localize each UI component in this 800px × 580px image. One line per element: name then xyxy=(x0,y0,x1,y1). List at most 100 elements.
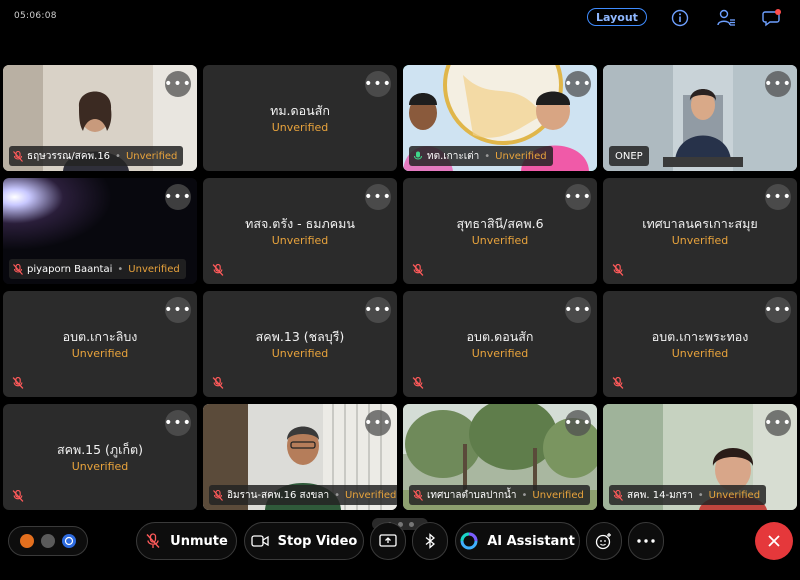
ai-assistant-label: AI Assistant xyxy=(487,533,575,549)
stop-video-button[interactable]: Stop Video xyxy=(244,522,364,560)
participant-name: สคพ.13 (ชลบุรี) xyxy=(255,329,345,344)
verification-status: Unverified xyxy=(128,263,180,275)
participant-label: สคพ. 14-มกรา • Unverified xyxy=(609,485,767,505)
more-options-button[interactable]: ••• xyxy=(764,297,791,323)
mic-muted-icon xyxy=(612,264,624,276)
more-options-button[interactable]: ••• xyxy=(364,71,391,97)
video-camera-icon xyxy=(251,535,269,547)
reactions-button[interactable] xyxy=(586,522,622,560)
participant-name: สุทธาสินี/สคพ.6 xyxy=(456,216,544,231)
participant-tile[interactable]: ••• สุทธาสินี/สคพ.6 Unverified xyxy=(403,178,597,284)
more-options-button[interactable]: ••• xyxy=(764,410,791,436)
participant-name: เทศบาลนครเกาะสมุย xyxy=(642,216,758,231)
more-options-button[interactable]: ••• xyxy=(764,184,791,210)
page-dot[interactable] xyxy=(408,521,414,527)
network-icon xyxy=(20,534,34,548)
audio-indicators[interactable] xyxy=(8,526,88,556)
mic-muted-icon xyxy=(12,490,24,502)
verification-status: Unverified xyxy=(125,150,178,162)
mic-muted-icon xyxy=(212,264,224,276)
unmute-label: Unmute xyxy=(170,533,228,549)
participant-name: อิมราน-สคพ.16 สงขลา xyxy=(227,489,330,501)
chat-icon[interactable] xyxy=(761,7,783,29)
more-options-button[interactable]: ••• xyxy=(364,184,391,210)
participant-tile[interactable]: ••• สคพ.13 (ชลบุรี) Unverified xyxy=(203,291,397,397)
mic-muted-icon xyxy=(613,489,623,501)
mic-muted-icon xyxy=(412,264,424,276)
ai-assistant-button[interactable]: AI Assistant xyxy=(455,522,580,560)
participants-icon[interactable] xyxy=(715,7,737,29)
participant-label: ONEP xyxy=(609,146,649,166)
participant-name: สคพ. 14-มกรา xyxy=(627,489,693,501)
mic-muted-icon xyxy=(12,377,24,389)
participant-tile[interactable]: ••• ทสจ.ตรัง - ธมภคมน Unverified xyxy=(203,178,397,284)
more-options-button[interactable]: ••• xyxy=(364,410,391,436)
mic-muted-icon xyxy=(413,489,423,501)
end-call-button[interactable] xyxy=(755,522,793,560)
meeting-clock: 05:06:08 xyxy=(14,11,57,21)
webex-icon xyxy=(62,534,76,548)
more-options-button[interactable]: ••• xyxy=(364,297,391,323)
participant-tile[interactable]: ••• เทศบาลนครเกาะสมุย Unverified xyxy=(603,178,797,284)
more-actions-button[interactable] xyxy=(628,522,664,560)
participant-tile[interactable]: ••• ธฤษวรรณ/สคพ.16 • Unverified xyxy=(3,65,197,171)
verification-status: Unverified xyxy=(71,347,129,360)
participant-name: ธฤษวรรณ/สคพ.16 xyxy=(27,150,111,162)
verification-status: Unverified xyxy=(344,489,397,501)
verification-status: Unverified xyxy=(271,234,329,247)
more-options-button[interactable]: ••• xyxy=(164,71,191,97)
participant-label: ธฤษวรรณ/สคพ.16 • Unverified xyxy=(9,146,184,166)
participant-tile[interactable]: ••• อิมราน-สคพ.16 สงขลา • Unverified xyxy=(203,404,397,510)
participant-label: ทต.เกาะเต่า • Unverified xyxy=(409,146,553,166)
participant-tile-active-speaker[interactable]: ••• ทต.เกาะเต่า • Unverified xyxy=(403,65,597,171)
participant-tile[interactable]: ••• เทศบาลตำบลปากน้ำ • Unverified xyxy=(403,404,597,510)
more-options-button[interactable]: ••• xyxy=(164,184,191,210)
participant-label: อิมราน-สคพ.16 สงขลา • Unverified xyxy=(209,485,397,505)
participant-name: อบต.เกาะพระทอง xyxy=(651,329,749,344)
verification-status: Unverified xyxy=(495,150,547,162)
more-options-button[interactable]: ••• xyxy=(564,71,591,97)
participant-name: ทสจ.ตรัง - ธมภคมน xyxy=(245,216,355,231)
more-options-button[interactable]: ••• xyxy=(764,71,791,97)
bluetooth-button[interactable] xyxy=(412,522,448,560)
more-options-button[interactable]: ••• xyxy=(564,184,591,210)
participant-tile[interactable]: ••• piyaporn Baantai • Unverified xyxy=(3,178,197,284)
verification-status: Unverified xyxy=(271,121,329,134)
mic-muted-icon xyxy=(13,263,23,275)
more-options-button[interactable]: ••• xyxy=(164,410,191,436)
verification-status: Unverified xyxy=(708,489,761,501)
link-icon xyxy=(41,534,55,548)
participant-name: อบต.เกาะลิบง xyxy=(62,329,138,344)
verification-status: Unverified xyxy=(471,347,529,360)
participant-name: ONEP xyxy=(615,150,643,162)
participant-name: อบต.ดอนสัก xyxy=(466,329,534,344)
verification-status: Unverified xyxy=(471,234,529,247)
participant-tile[interactable]: ••• อบต.เกาะลิบง Unverified xyxy=(3,291,197,397)
more-options-button[interactable]: ••• xyxy=(564,297,591,323)
participant-tile[interactable]: ••• อบต.เกาะพระทอง Unverified xyxy=(603,291,797,397)
more-icon xyxy=(637,539,655,543)
more-options-button[interactable]: ••• xyxy=(564,410,591,436)
share-screen-button[interactable] xyxy=(370,522,406,560)
verification-status: Unverified xyxy=(71,460,129,473)
participant-name: สคพ.15 (ภูเก็ต) xyxy=(56,442,144,457)
layout-button[interactable]: Layout xyxy=(587,8,647,26)
info-icon[interactable] xyxy=(669,7,691,29)
participant-tile[interactable]: ••• สคพ.15 (ภูเก็ต) Unverified xyxy=(3,404,197,510)
mic-muted-icon xyxy=(612,377,624,389)
verification-status: Unverified xyxy=(671,347,729,360)
verification-status: Unverified xyxy=(671,234,729,247)
more-options-button[interactable]: ••• xyxy=(164,297,191,323)
mic-active-icon xyxy=(413,151,423,160)
participant-name: ทม.ดอนสัก xyxy=(270,103,330,118)
ai-assistant-icon xyxy=(460,532,478,550)
participant-name: piyaporn Baantai xyxy=(27,263,113,275)
participant-tile[interactable]: ••• สคพ. 14-มกรา • Unverified xyxy=(603,404,797,510)
participant-tile[interactable]: ••• อบต.ดอนสัก Unverified xyxy=(403,291,597,397)
participant-label: เทศบาลตำบลปากน้ำ • Unverified xyxy=(409,485,590,505)
participant-tile[interactable]: ••• ONEP xyxy=(603,65,797,171)
mic-muted-icon xyxy=(146,533,160,548)
unmute-button[interactable]: Unmute xyxy=(136,522,237,560)
top-bar: 05:06:08 Layout xyxy=(0,0,800,36)
participant-tile[interactable]: ••• ทม.ดอนสัก Unverified xyxy=(203,65,397,171)
